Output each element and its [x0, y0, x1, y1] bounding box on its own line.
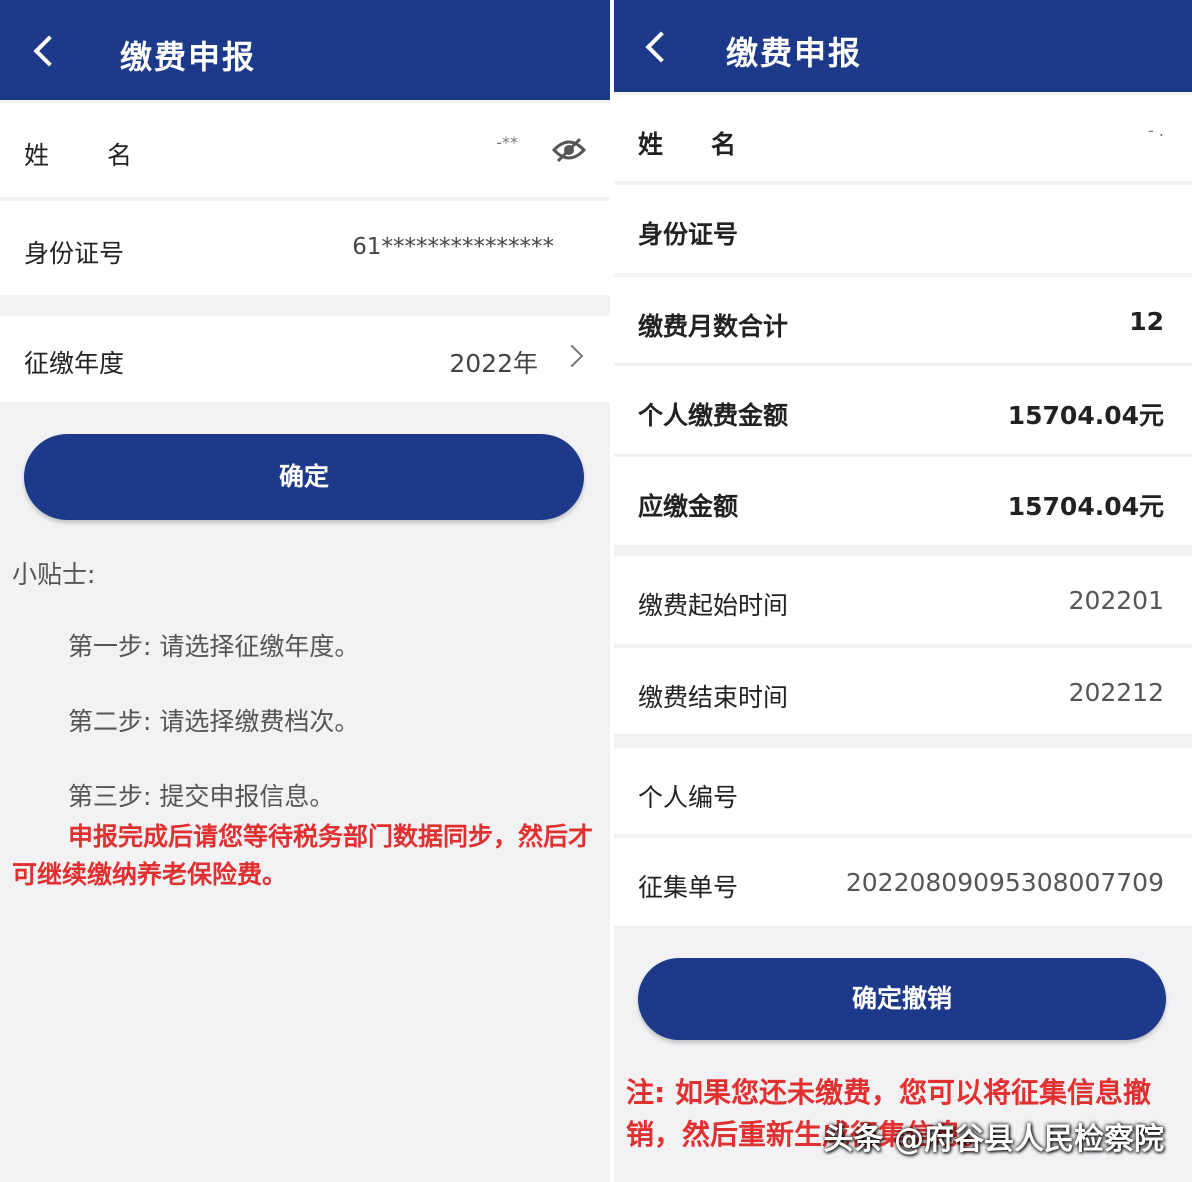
chevron-left-icon[interactable] [645, 31, 677, 63]
personal-amount-row: 个人缴费金额 15704.04元 [614, 366, 1192, 454]
due-amount-value: 15704.04元 [1007, 492, 1164, 521]
id-row: 身份证号 61*************** [0, 201, 610, 295]
year-label: 征缴年度 [24, 349, 125, 378]
personal-amount-value: 15704.04元 [1007, 401, 1164, 430]
page-title: 缴费申报 [726, 34, 863, 72]
page-title: 缴费申报 [120, 38, 257, 76]
name-value: -** [496, 133, 518, 152]
chevron-left-icon[interactable] [33, 35, 65, 67]
personal-amount-label: 个人缴费金额 [638, 401, 789, 430]
due-amount-row: 应缴金额 15704.04元 [614, 457, 1192, 545]
months-row: 缴费月数合计 12 [614, 277, 1192, 363]
collection-number-value: 20220809095308007709 [845, 868, 1164, 897]
personal-id-label: 个人编号 [638, 783, 739, 812]
id-label: 身份证号 [24, 239, 125, 268]
confirm-cancel-button[interactable]: 确定撤销 [638, 958, 1166, 1040]
tip-step-3: 第三步: 提交申报信息。 [68, 782, 335, 811]
tip-step-1: 第一步: 请选择征缴年度。 [68, 632, 360, 661]
end-time-label: 缴费结束时间 [638, 683, 789, 712]
start-time-label: 缴费起始时间 [638, 591, 789, 620]
left-screen: 缴费申报 姓名 -** 身份证号 61*************** 征缴年度 … [0, 0, 610, 1182]
personal-id-row: 个人编号 [614, 748, 1192, 834]
tip-step-2: 第二步: 请选择缴费档次。 [68, 707, 360, 736]
end-time-value: 202212 [1068, 678, 1164, 707]
name-value: - . [1148, 121, 1164, 140]
id-value: 61*************** [352, 234, 554, 260]
end-time-row: 缴费结束时间 202212 [614, 648, 1192, 734]
months-value: 12 [1129, 307, 1164, 336]
header-bar: 缴费申报 [614, 0, 1192, 92]
name-row: 姓名 - . [614, 95, 1192, 181]
due-amount-label: 应缴金额 [638, 492, 739, 521]
watermark: 头条 @府谷县人民检察院 [823, 1122, 1164, 1157]
months-label: 缴费月数合计 [638, 312, 789, 341]
right-screen: 缴费申报 姓名 - . 身份证号 缴费月数合计 12 个人缴费金额 15704.… [614, 0, 1192, 1182]
confirm-button[interactable]: 确定 [24, 434, 584, 520]
name-label: 姓名 [24, 141, 191, 170]
collection-number-row: 征集单号 20220809095308007709 [614, 838, 1192, 926]
name-label: 姓名 [638, 130, 785, 159]
start-time-row: 缴费起始时间 202201 [614, 556, 1192, 644]
collection-number-label: 征集单号 [638, 873, 739, 902]
chevron-right-icon [560, 344, 584, 368]
name-row: 姓名 -** [0, 103, 610, 197]
sync-warning: 申报完成后请您等待税务部门数据同步，然后才可继续缴纳养老保险费。 [12, 822, 594, 889]
year-value: 2022年 [449, 349, 538, 378]
eye-slash-icon[interactable] [552, 137, 586, 163]
start-time-value: 202201 [1068, 586, 1164, 615]
id-label: 身份证号 [638, 220, 739, 249]
year-select-row[interactable]: 征缴年度 2022年 [0, 316, 610, 402]
header-bar: 缴费申报 [0, 0, 610, 100]
tips-heading: 小贴士: [12, 560, 96, 589]
id-row: 身份证号 [614, 185, 1192, 273]
